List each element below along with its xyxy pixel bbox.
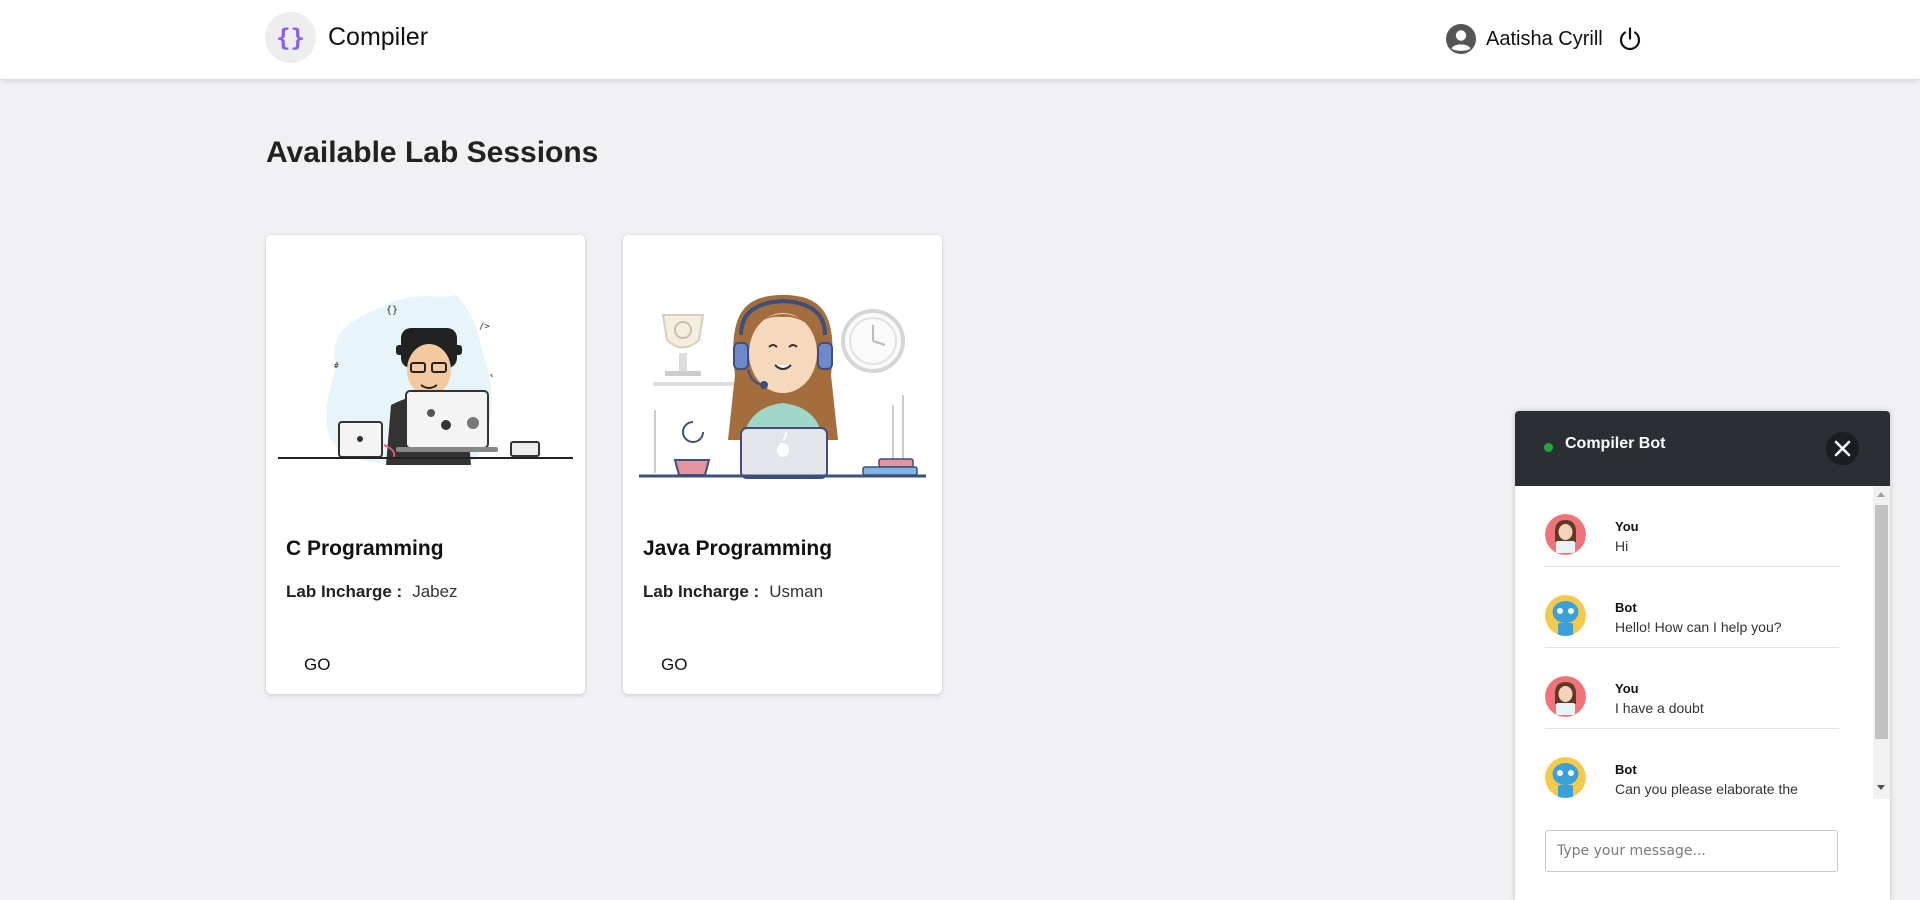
chat-message: You I have a doubt bbox=[1545, 648, 1839, 729]
top-navbar: {} Compiler Aatisha Cyrill bbox=[0, 0, 1920, 79]
message-text: I have a doubt bbox=[1615, 700, 1704, 716]
message-sender: You bbox=[1615, 519, 1639, 534]
user-name: Aatisha Cyrill bbox=[1486, 27, 1603, 50]
svg-text:/>: /> bbox=[479, 322, 490, 332]
app-name: Compiler bbox=[328, 23, 429, 51]
scroll-thumb[interactable] bbox=[1875, 505, 1888, 739]
message-sender: Bot bbox=[1615, 762, 1637, 777]
chat-message: Bot Can you please elaborate the bbox=[1545, 729, 1839, 799]
user-avatar-icon bbox=[1545, 676, 1586, 717]
message-text: Hi bbox=[1615, 538, 1629, 554]
go-button[interactable]: GO bbox=[286, 647, 348, 683]
message-sender: You bbox=[1615, 681, 1639, 696]
svg-text:{}: {} bbox=[386, 305, 398, 316]
bot-avatar-icon bbox=[1545, 757, 1586, 798]
svg-text:#: # bbox=[334, 361, 339, 370]
user-circle-icon[interactable] bbox=[1446, 24, 1476, 54]
chatbot-widget: Compiler Bot You Hi Bot Hello! How can I… bbox=[1515, 411, 1890, 900]
developer-laptop-illustration: {} /> # ‹ bbox=[278, 295, 573, 466]
incharge-label: Lab Incharge : bbox=[286, 582, 403, 601]
lab-incharge: Lab Incharge : Usman bbox=[643, 582, 823, 602]
lab-card-java: Java Programming Lab Incharge : Usman GO bbox=[623, 235, 942, 694]
svg-text:‹: ‹ bbox=[489, 371, 494, 381]
chat-message-input[interactable] bbox=[1545, 830, 1838, 872]
chat-header: Compiler Bot bbox=[1515, 411, 1890, 486]
go-button[interactable]: GO bbox=[643, 647, 705, 683]
incharge-name: Usman bbox=[769, 582, 824, 601]
power-icon[interactable] bbox=[1617, 26, 1643, 52]
chat-message: Bot Hello! How can I help you? bbox=[1545, 567, 1839, 648]
online-status-dot bbox=[1544, 443, 1553, 452]
message-text: Can you please elaborate the bbox=[1615, 781, 1798, 797]
chat-message: You Hi bbox=[1545, 486, 1839, 567]
close-icon[interactable] bbox=[1826, 432, 1859, 465]
lab-incharge: Lab Incharge : Jabez bbox=[286, 582, 458, 602]
page-title: Available Lab Sessions bbox=[266, 136, 599, 169]
scroll-down-arrow-icon[interactable] bbox=[1877, 785, 1885, 790]
incharge-label: Lab Incharge : bbox=[643, 582, 760, 601]
scroll-up-arrow-icon[interactable] bbox=[1877, 492, 1885, 497]
card-title: Java Programming bbox=[643, 537, 833, 560]
developer-headset-illustration bbox=[639, 295, 926, 479]
bot-avatar-icon bbox=[1545, 595, 1586, 636]
user-menu: Aatisha Cyrill bbox=[1446, 24, 1643, 54]
incharge-name: Jabez bbox=[412, 582, 458, 601]
chat-title: Compiler Bot bbox=[1565, 435, 1666, 452]
braces-logo-icon: {} bbox=[265, 12, 316, 63]
message-text: Hello! How can I help you? bbox=[1615, 619, 1782, 635]
card-title: C Programming bbox=[286, 537, 444, 560]
user-avatar-icon bbox=[1545, 514, 1586, 555]
brand[interactable]: {} Compiler bbox=[265, 12, 428, 63]
chat-scrollbar[interactable] bbox=[1873, 486, 1890, 799]
lab-card-c: {} /> # ‹ C Programming Lab Incharge : Ja… bbox=[266, 235, 585, 694]
chat-message-list[interactable]: You Hi Bot Hello! How can I help you? Yo… bbox=[1515, 486, 1873, 799]
message-sender: Bot bbox=[1615, 600, 1637, 615]
